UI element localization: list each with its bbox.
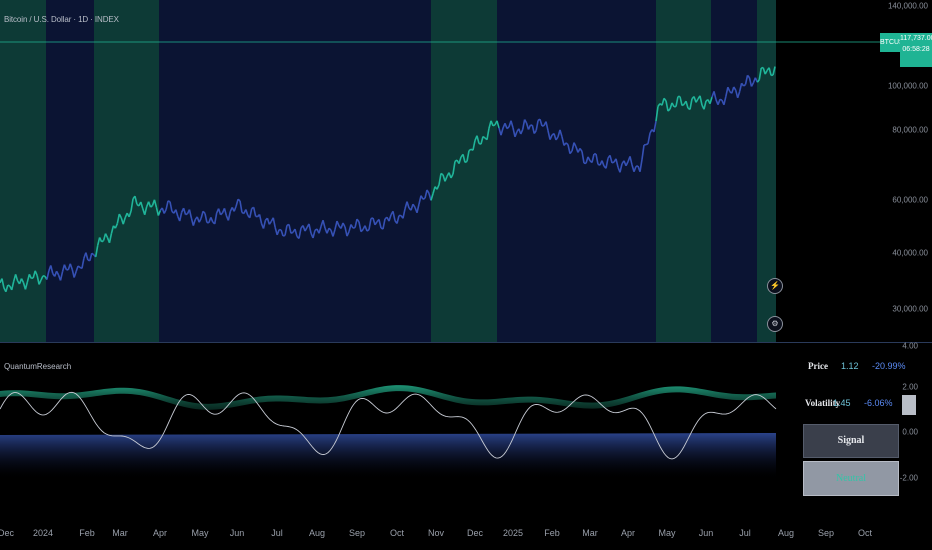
price-row: Price 1.12 -20.99% bbox=[808, 361, 932, 381]
volatility-pct: -6.06% bbox=[864, 398, 893, 408]
time-label: Oct bbox=[857, 528, 873, 538]
time-label: Aug bbox=[777, 528, 795, 538]
indicator-axis-label: 0.00 bbox=[902, 427, 918, 437]
price-label: 30,000.00 bbox=[892, 304, 928, 314]
time-label: Jun bbox=[698, 528, 714, 538]
time-label: Oct bbox=[389, 528, 405, 538]
bull-regime-bg bbox=[431, 0, 497, 342]
indicator-axis-label: 2.00 bbox=[902, 382, 918, 392]
indicator-axis-label: -2.00 bbox=[899, 473, 918, 483]
current-price-time: 06:58:28 bbox=[902, 46, 930, 53]
lower-band-glow bbox=[0, 433, 776, 478]
price-segment bbox=[440, 172, 444, 176]
price-segment bbox=[611, 161, 615, 164]
time-label: Sep bbox=[348, 528, 366, 538]
time-label: Mar bbox=[582, 528, 598, 538]
time-label: Dec bbox=[466, 528, 484, 538]
price-label: Price bbox=[808, 361, 828, 371]
time-label: Sep bbox=[817, 528, 835, 538]
indicator-pane[interactable] bbox=[0, 343, 932, 518]
signal-value: Neutral bbox=[803, 461, 899, 496]
time-label: Dec bbox=[0, 528, 15, 538]
signal-header: Signal bbox=[803, 424, 899, 458]
price-segment bbox=[290, 231, 294, 235]
time-label: Apr bbox=[152, 528, 168, 538]
bull-regime-bg bbox=[94, 0, 159, 342]
time-label: Apr bbox=[620, 528, 636, 538]
upper-band-body bbox=[0, 391, 776, 433]
price-segment bbox=[366, 229, 370, 232]
price-pct: -20.99% bbox=[872, 361, 906, 371]
price-segment bbox=[464, 160, 468, 164]
price-segment bbox=[422, 197, 426, 200]
price-segment bbox=[352, 226, 356, 229]
time-label: Jun bbox=[229, 528, 245, 538]
time-label: Jul bbox=[739, 528, 751, 538]
price-segment bbox=[167, 200, 171, 203]
price-segment bbox=[492, 124, 496, 127]
time-label: Nov bbox=[427, 528, 445, 538]
volatility-value: 1.45 bbox=[833, 398, 851, 408]
price-label: 80,000.00 bbox=[892, 125, 928, 135]
price-segment bbox=[719, 98, 723, 101]
time-label: Mar bbox=[112, 528, 128, 538]
price-chart-pane[interactable] bbox=[0, 0, 932, 342]
time-label: 2024 bbox=[32, 528, 54, 538]
time-label: May bbox=[191, 528, 209, 538]
lightning-icon[interactable]: ⚡ bbox=[767, 278, 783, 294]
time-label: 2025 bbox=[502, 528, 524, 538]
price-label: 40,000.00 bbox=[892, 248, 928, 258]
price-label: 140,000.00 bbox=[887, 1, 928, 11]
symbol-badge: BTCUSD bbox=[880, 33, 909, 52]
time-axis[interactable]: Dec 2024 Feb Mar Apr May Jun Jul Aug Sep Oct Nov Dec… bbox=[0, 518, 932, 550]
time-label: Aug bbox=[308, 528, 326, 538]
time-label: Jul bbox=[271, 528, 283, 538]
time-label: Feb bbox=[544, 528, 560, 538]
indicator-title: QuantumResearch bbox=[4, 362, 72, 371]
indicator-axis-label: 4.00 bbox=[902, 341, 918, 351]
time-label: May bbox=[658, 528, 676, 538]
price-segment bbox=[7, 284, 11, 287]
current-price-value: 117,737.00 bbox=[900, 35, 932, 42]
price-segment bbox=[645, 143, 649, 146]
chart-title: Bitcoin / U.S. Dollar · 1D · INDEX bbox=[4, 15, 119, 24]
time-label: Feb bbox=[79, 528, 95, 538]
indicator-value-badge bbox=[902, 395, 916, 415]
gear-icon[interactable]: ⚙ bbox=[767, 316, 783, 332]
bull-regime-bg bbox=[656, 0, 711, 342]
price-label: 100,000.00 bbox=[887, 81, 928, 91]
current-price-tag: 117,737.00 06:58:28 bbox=[900, 33, 932, 67]
price-label: 60,000.00 bbox=[892, 195, 928, 205]
price-segment bbox=[681, 103, 685, 107]
price-segment bbox=[185, 213, 188, 216]
price-segment bbox=[101, 239, 105, 243]
price-value: 1.12 bbox=[841, 361, 859, 371]
